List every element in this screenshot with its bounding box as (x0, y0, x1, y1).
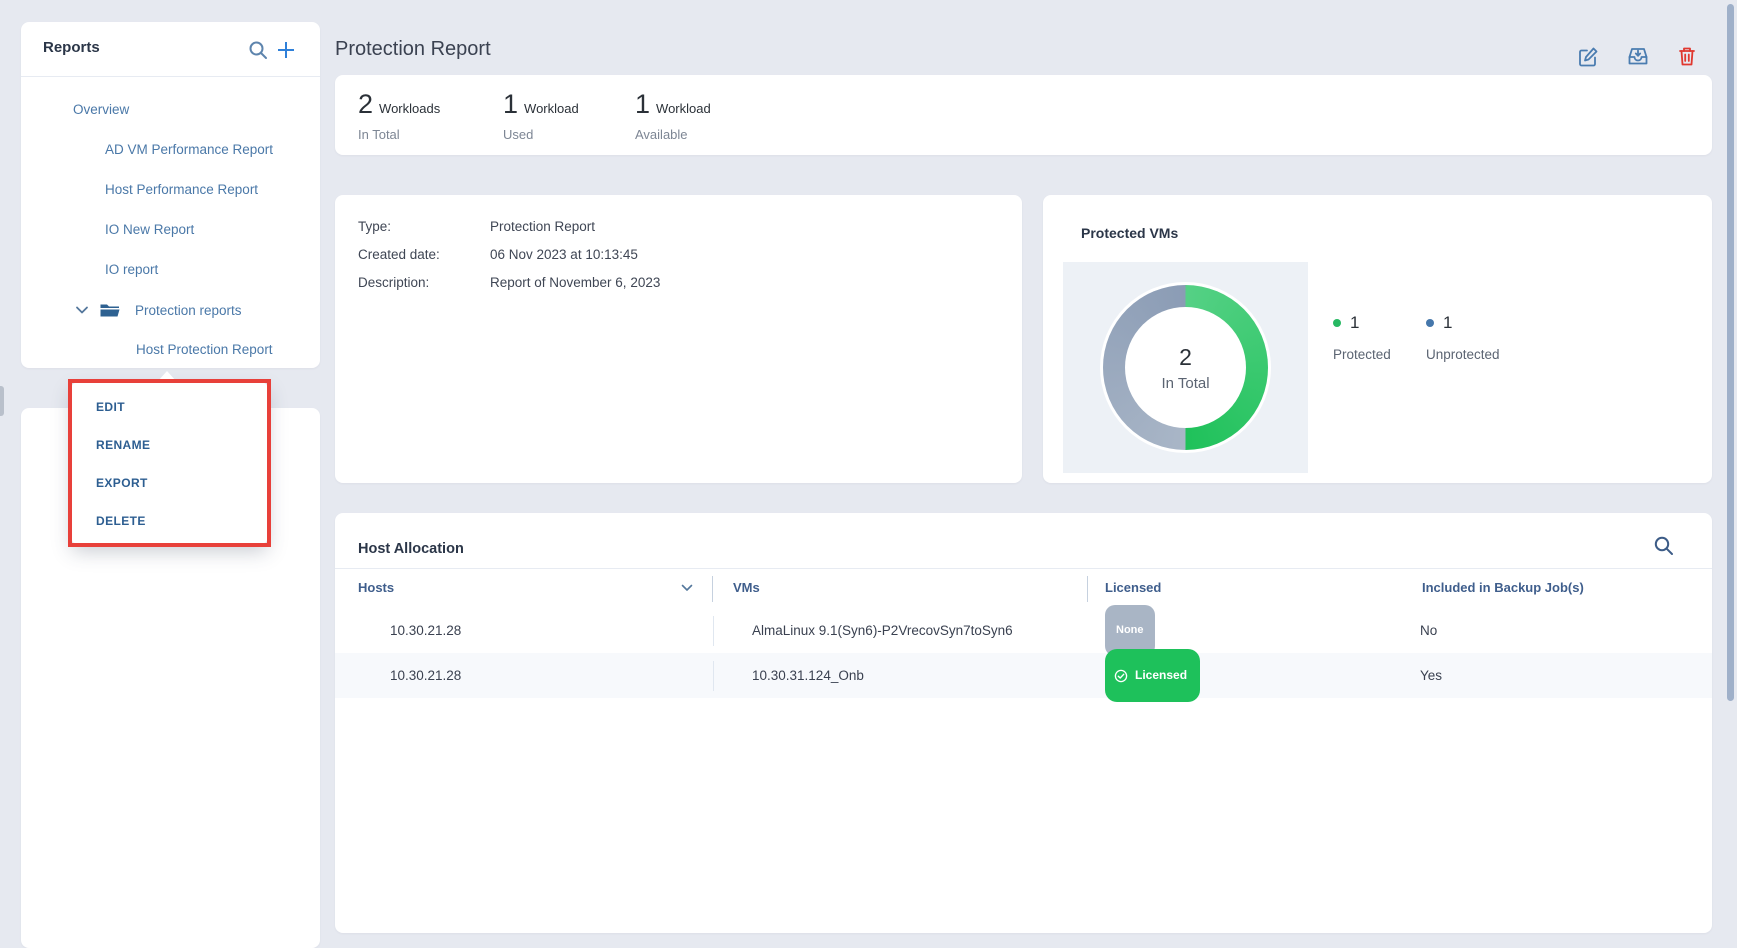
reports-sidebar: Reports Overview AD VM Performance Repor… (21, 22, 320, 368)
check-circle-icon (1114, 669, 1128, 683)
host-allocation-card: Host Allocation Hosts VMs Licensed Inclu… (335, 513, 1712, 933)
sidebar-item-host-protection-report[interactable]: Host Protection Report (136, 330, 273, 370)
protected-vms-title: Protected VMs (1081, 225, 1178, 241)
stat-value: 2 (358, 89, 373, 120)
delete-report-icon[interactable] (1675, 44, 1699, 68)
cell-separator (713, 616, 714, 646)
column-separator (712, 576, 713, 602)
donut-total-label: In Total (1161, 375, 1209, 392)
detail-label: Created date: (358, 247, 490, 262)
add-report-icon[interactable] (276, 40, 296, 60)
menu-item-edit[interactable]: EDIT (72, 388, 267, 426)
menu-item-rename[interactable]: RENAME (72, 426, 267, 464)
donut-center: 2 In Total (1125, 307, 1246, 428)
stat-caption: In Total (358, 127, 440, 142)
edit-report-icon[interactable] (1576, 44, 1600, 68)
protected-vms-card: Protected VMs 2 In Total 1 Protected 1 U… (1043, 195, 1712, 483)
stat-unit: Workloads (379, 101, 440, 116)
detail-label: Description: (358, 275, 490, 290)
page-scrollbar[interactable] (1727, 4, 1734, 701)
protected-vms-donut-chart: 2 In Total (1103, 285, 1268, 450)
cell-separator (713, 661, 714, 691)
open-folder-icon (99, 301, 121, 319)
sidebar-header: Reports (21, 22, 320, 77)
cell-included-in-backup: Yes (1420, 653, 1442, 698)
table-row[interactable]: 10.30.21.28 10.30.31.124_Onb Licensed Ye… (335, 653, 1712, 698)
sidebar-item-protection-reports-folder[interactable]: Protection reports (75, 290, 242, 330)
context-menu-caret (158, 371, 176, 381)
workload-stats-card: 2 Workloads In Total 1 Workload Used 1 Work… (335, 75, 1712, 155)
stat-caption: Used (503, 127, 579, 142)
legend-value: 1 (1350, 313, 1359, 333)
detail-value: 06 Nov 2023 at 10:13:45 (490, 247, 638, 262)
cell-host: 10.30.21.28 (390, 653, 461, 698)
search-icon[interactable] (248, 40, 268, 60)
stat-total-workloads: 2 Workloads In Total (358, 89, 440, 142)
cell-licensed: None (1105, 608, 1155, 653)
protected-dot-icon (1333, 319, 1341, 327)
cell-licensed: Licensed (1105, 653, 1200, 698)
cell-vm: AlmaLinux 9.1(Syn6)-P2VrecovSyn7toSyn6 (752, 608, 1013, 653)
stat-value: 1 (503, 89, 518, 120)
report-details-card: Type: Protection Report Created date: 06… (335, 195, 1022, 483)
sidebar-item-host-performance-report[interactable]: Host Performance Report (105, 170, 258, 210)
menu-item-export[interactable]: EXPORT (72, 464, 267, 502)
stat-value: 1 (635, 89, 650, 120)
cell-host: 10.30.21.28 (390, 608, 461, 653)
stat-unit: Workload (656, 101, 711, 116)
table-row[interactable]: 10.30.21.28 AlmaLinux 9.1(Syn6)-P2Vrecov… (335, 608, 1712, 653)
stat-used-workloads: 1 Workload Used (503, 89, 579, 142)
detail-row-description: Description: Report of November 6, 2023 (358, 275, 1022, 290)
detail-row-created-date: Created date: 06 Nov 2023 at 10:13:45 (358, 247, 1022, 262)
column-header-included-in-backup[interactable]: Included in Backup Job(s) (1422, 568, 1584, 608)
column-header-hosts[interactable]: Hosts (358, 568, 394, 608)
donut-panel: 2 In Total (1063, 262, 1308, 473)
sidebar-item-io-report[interactable]: IO report (105, 250, 158, 290)
sidebar-item-overview[interactable]: Overview (73, 90, 129, 130)
column-header-vms[interactable]: VMs (733, 568, 760, 608)
donut-total-value: 2 (1179, 344, 1192, 371)
menu-item-delete[interactable]: DELETE (72, 502, 267, 540)
page-title: Protection Report (335, 38, 491, 61)
unprotected-dot-icon (1426, 319, 1434, 327)
legend-label: Unprotected (1426, 347, 1500, 362)
cell-included-in-backup: No (1420, 608, 1437, 653)
detail-label: Type: (358, 219, 490, 234)
column-header-licensed[interactable]: Licensed (1105, 568, 1161, 608)
stat-available-workloads: 1 Workload Available (635, 89, 711, 142)
badge-label: Licensed (1135, 653, 1187, 698)
detail-value: Report of November 6, 2023 (490, 275, 660, 290)
sidebar-scrollbar[interactable] (0, 386, 4, 416)
report-context-menu: EDIT RENAME EXPORT DELETE (72, 383, 267, 543)
chevron-down-icon[interactable] (75, 303, 89, 317)
sidebar-item-io-new-report[interactable]: IO New Report (105, 210, 194, 250)
sidebar-item-ad-vm-performance-report[interactable]: AD VM Performance Report (105, 130, 273, 170)
stat-caption: Available (635, 127, 711, 142)
host-allocation-title: Host Allocation (358, 541, 464, 557)
detail-value: Protection Report (490, 219, 595, 234)
sidebar-item-label[interactable]: Protection reports (135, 303, 242, 318)
hosts-sort-chevron-icon[interactable] (680, 581, 694, 595)
license-licensed-badge: Licensed (1105, 649, 1200, 702)
legend-value: 1 (1443, 313, 1452, 333)
table-search-icon[interactable] (1653, 535, 1674, 556)
cell-vm: 10.30.31.124_Onb (752, 653, 864, 698)
detail-row-type: Type: Protection Report (358, 219, 1022, 234)
legend-label: Protected (1333, 347, 1391, 362)
export-report-icon[interactable] (1626, 44, 1650, 68)
legend-unprotected: 1 Unprotected (1426, 313, 1500, 362)
column-separator (1087, 576, 1088, 602)
sidebar-title: Reports (43, 39, 100, 56)
legend-protected: 1 Protected (1333, 313, 1391, 362)
stat-unit: Workload (524, 101, 579, 116)
